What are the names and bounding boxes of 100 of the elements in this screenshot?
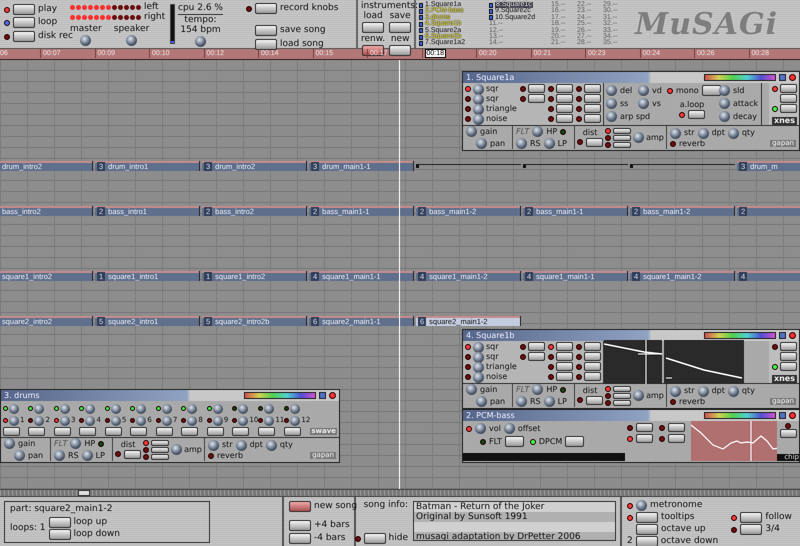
toggle-button[interactable] [586, 138, 604, 146]
knob[interactable] [473, 114, 484, 124]
knob[interactable] [85, 416, 96, 426]
knob[interactable] [636, 500, 647, 511]
knob[interactable] [212, 416, 223, 426]
knob[interactable] [171, 444, 182, 455]
envelope-graph[interactable] [604, 340, 744, 384]
knob[interactable] [194, 36, 206, 47]
toggle-button[interactable] [556, 372, 573, 381]
mode-switch[interactable]: FLT [480, 436, 524, 447]
knob[interactable] [80, 35, 92, 46]
knob[interactable] [606, 111, 617, 122]
toggle-button[interactable] [54, 427, 71, 436]
knob[interactable] [606, 98, 617, 109]
instrument-button[interactable]: save [389, 12, 412, 33]
toggle-button[interactable] [556, 352, 573, 361]
toggle-button[interactable] [780, 94, 797, 103]
knob[interactable] [728, 386, 739, 396]
knob[interactable] [110, 404, 121, 414]
knob[interactable] [473, 104, 484, 114]
toggle-button[interactable] [156, 427, 173, 436]
loop-button[interactable]: loop [13, 17, 58, 28]
knob[interactable] [264, 416, 274, 426]
loop-button[interactable]: loop up [48, 517, 120, 528]
toggle-button[interactable] [556, 104, 573, 113]
knob[interactable] [14, 450, 25, 461]
octave-down-button[interactable]: octave down [636, 536, 718, 546]
toggle-button[interactable] [584, 372, 601, 381]
toggle-button[interactable] [528, 94, 545, 103]
waveform-graph[interactable] [691, 421, 777, 461]
loop-button[interactable]: loop down [48, 529, 120, 540]
knob[interactable] [34, 416, 44, 426]
knob[interactable] [264, 404, 274, 414]
toggle-button[interactable] [780, 362, 797, 371]
knob[interactable] [719, 98, 730, 109]
knob[interactable] [136, 404, 146, 414]
knob[interactable] [162, 404, 172, 414]
knob[interactable] [82, 450, 93, 461]
toggle-button[interactable] [613, 142, 632, 148]
tooltips-button[interactable]: tooltips [636, 512, 694, 523]
knob[interactable] [60, 416, 70, 426]
knob[interactable] [544, 396, 555, 407]
knob[interactable] [728, 128, 739, 138]
toggle-button[interactable] [556, 84, 573, 93]
toggle-button[interactable] [584, 104, 601, 113]
toggle-button[interactable] [130, 427, 148, 436]
knob[interactable] [606, 85, 617, 96]
knob[interactable] [719, 111, 730, 122]
bars-button[interactable]: +4 bars [289, 520, 350, 531]
toggle-button[interactable] [28, 427, 46, 436]
record-knobs-button[interactable]: record knobs [255, 3, 338, 14]
knob[interactable] [466, 126, 477, 137]
knob[interactable] [238, 404, 248, 414]
part-marker[interactable] [416, 164, 521, 168]
mode-switch[interactable]: DPCM [530, 436, 584, 447]
part-marker[interactable] [523, 164, 628, 168]
close-icon[interactable] [329, 392, 336, 399]
knob[interactable] [473, 84, 484, 94]
close-icon[interactable] [789, 74, 796, 81]
toggle-button[interactable] [636, 423, 653, 432]
song-button[interactable]: load song [255, 39, 324, 50]
knob[interactable] [34, 404, 44, 414]
knob[interactable] [187, 416, 198, 426]
knob[interactable] [532, 384, 544, 395]
hide-button[interactable]: hide [364, 533, 408, 544]
close-icon[interactable] [789, 412, 796, 419]
toggle-button[interactable] [151, 454, 170, 460]
part-marker[interactable] [630, 164, 735, 168]
toggle-button[interactable] [284, 427, 302, 436]
toggle-button[interactable] [584, 362, 601, 371]
horizontal-scrollbar[interactable] [0, 489, 800, 497]
follow-button[interactable]: follow [740, 512, 792, 523]
knob[interactable] [638, 85, 649, 96]
toggle-button[interactable] [584, 94, 601, 103]
knob[interactable] [70, 438, 82, 449]
record-button[interactable]: disk rec [13, 31, 73, 42]
toggle-button[interactable] [780, 342, 797, 351]
octave-up-button[interactable]: octave up [636, 524, 706, 535]
toggle-button[interactable] [613, 400, 632, 406]
toggle-button[interactable] [3, 427, 20, 436]
knob[interactable] [290, 416, 300, 426]
knob[interactable] [473, 94, 484, 104]
song-info-field[interactable]: Batman - Return of the Joker Original by Sunsoft 1991 musagi adaptation by DrPetter 2006 [413, 501, 616, 541]
toggle-button[interactable] [556, 342, 573, 351]
toggle-button[interactable] [104, 427, 122, 436]
knob[interactable] [212, 404, 223, 414]
knob[interactable] [516, 138, 527, 149]
knob[interactable] [544, 138, 555, 149]
knob[interactable] [266, 440, 277, 450]
toggle-button[interactable] [584, 114, 601, 123]
knob[interactable] [532, 126, 544, 137]
toggle-button[interactable] [668, 434, 685, 443]
knob[interactable] [473, 352, 484, 362]
knob[interactable] [136, 416, 146, 426]
knob[interactable] [719, 85, 730, 96]
knob[interactable] [504, 423, 515, 434]
toggle-button[interactable] [556, 94, 573, 103]
knob[interactable] [633, 132, 644, 143]
toggle-button[interactable] [584, 352, 601, 361]
toggle-button[interactable] [528, 352, 545, 361]
